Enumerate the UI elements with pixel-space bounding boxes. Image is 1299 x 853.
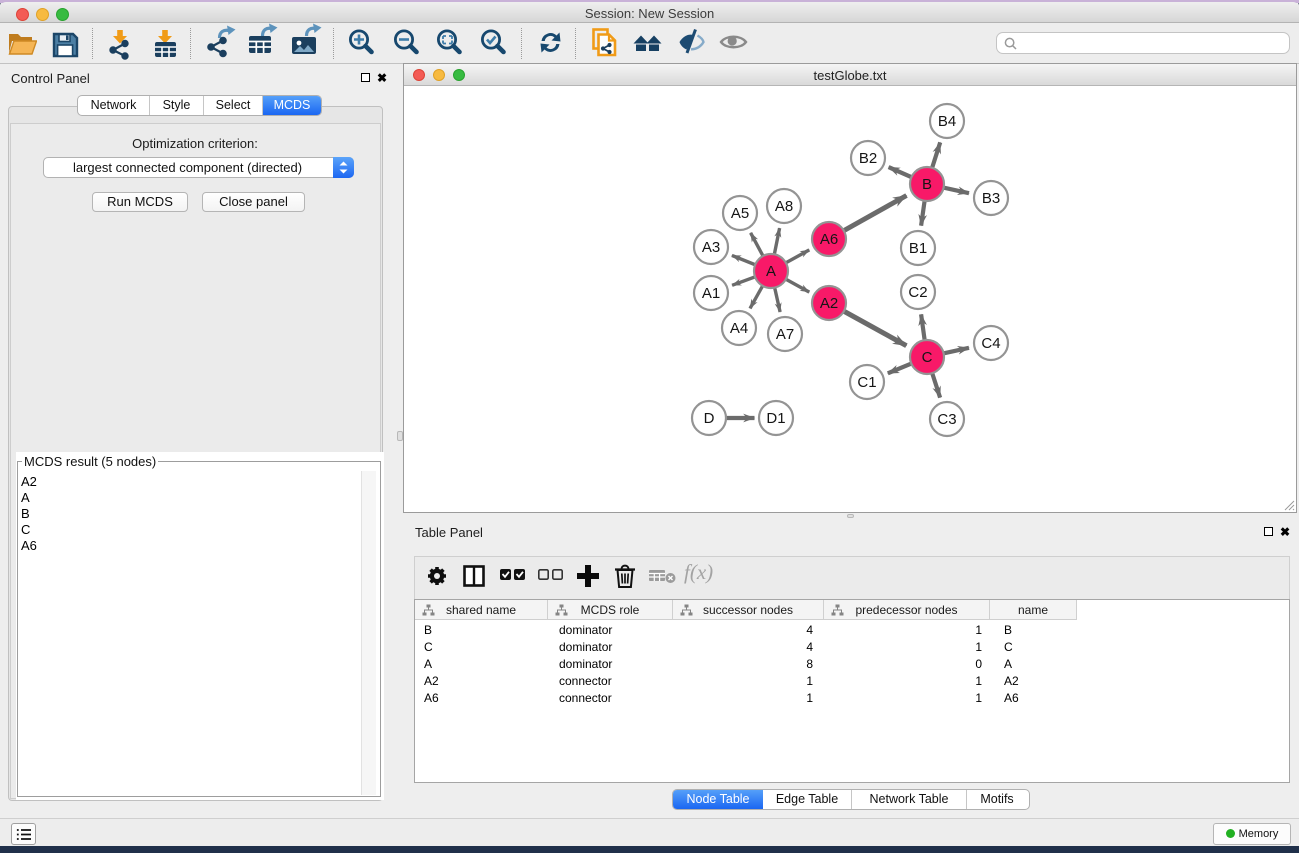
svg-text:A7: A7 bbox=[776, 326, 794, 343]
svg-text:B1: B1 bbox=[909, 240, 927, 257]
svg-text:B2: B2 bbox=[859, 150, 877, 167]
svg-text:B: B bbox=[922, 176, 932, 193]
svg-text:A3: A3 bbox=[702, 239, 720, 256]
svg-text:A2: A2 bbox=[820, 295, 838, 312]
svg-text:C2: C2 bbox=[908, 284, 927, 301]
svg-text:A: A bbox=[766, 263, 776, 280]
svg-text:A5: A5 bbox=[731, 205, 749, 222]
svg-text:C: C bbox=[922, 349, 933, 366]
svg-text:A4: A4 bbox=[730, 320, 748, 337]
svg-text:B4: B4 bbox=[938, 113, 956, 130]
svg-text:C4: C4 bbox=[981, 335, 1000, 352]
svg-text:A1: A1 bbox=[702, 285, 720, 302]
svg-text:D: D bbox=[704, 410, 715, 427]
svg-text:C1: C1 bbox=[857, 374, 876, 391]
svg-text:D1: D1 bbox=[766, 410, 785, 427]
svg-text:B3: B3 bbox=[982, 190, 1000, 207]
svg-text:C3: C3 bbox=[937, 411, 956, 428]
svg-text:A6: A6 bbox=[820, 231, 838, 248]
svg-text:A8: A8 bbox=[775, 198, 793, 215]
